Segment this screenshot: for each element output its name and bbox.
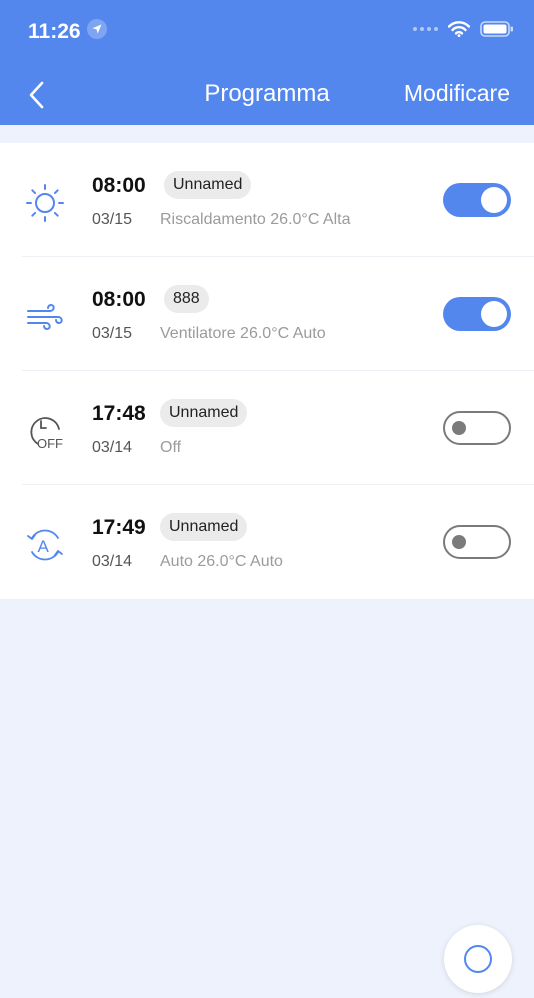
schedule-description: Auto 26.0°C Auto: [160, 553, 283, 570]
schedule-time: 17:48: [92, 402, 146, 425]
schedule-row[interactable]: A 17:49 Unnamed 03/14 Auto 26.0°C Auto: [0, 485, 534, 599]
schedule-description: Riscaldamento 26.0°C Alta: [160, 211, 351, 228]
schedule-time: 17:49: [92, 516, 146, 539]
schedule-row[interactable]: OFF 17:48 Unnamed 03/14 Off: [0, 371, 534, 485]
wind-icon: [27, 303, 63, 331]
schedule-name-badge: Unnamed: [164, 171, 252, 199]
schedule-description: Ventilatore 26.0°C Auto: [160, 325, 326, 342]
location-arrow-icon: [86, 19, 107, 45]
clock-off-icon: OFF: [30, 417, 63, 451]
schedule-date: 03/15: [92, 325, 133, 342]
svg-text:OFF: OFF: [37, 436, 63, 451]
floating-action-button[interactable]: [444, 925, 512, 993]
schedule-time: 08:00: [92, 174, 146, 197]
status-bar-indicators: [413, 21, 514, 37]
schedule-list: 08:00 Unnamed 03/15 Riscaldamento 26.0°C…: [0, 143, 534, 599]
add-schedule-icon: [464, 945, 492, 973]
schedule-name-badge: Unnamed: [160, 399, 248, 427]
schedule-toggle[interactable]: [443, 297, 511, 331]
schedule-toggle[interactable]: [443, 183, 511, 217]
schedule-toggle[interactable]: [443, 411, 511, 445]
svg-text:A: A: [38, 537, 50, 556]
schedule-date: 03/15: [92, 211, 133, 228]
toggle-knob: [452, 421, 466, 435]
status-time-text: 11:26: [28, 20, 81, 43]
schedule-toggle[interactable]: [443, 525, 511, 559]
cellular-signal-icon: [413, 27, 438, 31]
schedule-time: 08:00: [92, 288, 146, 311]
schedule-date: 03/14: [92, 553, 133, 570]
schedule-description: Off: [160, 439, 182, 456]
toggle-knob: [452, 535, 466, 549]
schedule-date: 03/14: [92, 439, 133, 456]
toggle-knob: [481, 187, 507, 213]
schedule-name-badge: Unnamed: [160, 513, 248, 541]
chevron-left-icon: [29, 81, 44, 109]
sun-icon: [26, 184, 64, 222]
back-button[interactable]: [22, 78, 52, 112]
wifi-icon: [448, 21, 470, 37]
battery-icon: [480, 21, 513, 37]
schedule-row[interactable]: 08:00 Unnamed 03/15 Riscaldamento 26.0°C…: [0, 143, 534, 257]
schedule-row[interactable]: 08:00 888 03/15 Ventilatore 26.0°C Auto: [0, 257, 534, 371]
edit-button[interactable]: Modificare: [404, 80, 510, 107]
app-header: 11:26 Programma Modificare: [0, 0, 534, 125]
schedule-name-badge: 888: [164, 285, 209, 313]
toggle-knob: [481, 301, 507, 327]
auto-mode-icon: A: [27, 529, 63, 561]
status-bar-time: 11:26: [28, 19, 107, 45]
